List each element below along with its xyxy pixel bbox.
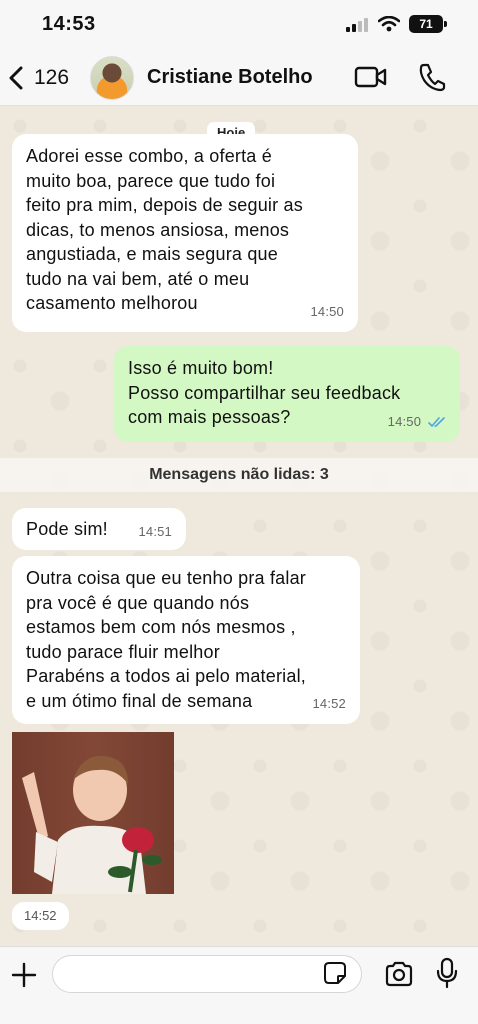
chevron-left-icon bbox=[6, 64, 26, 92]
chat-area[interactable]: Hoje Adorei esse combo, a oferta é muito… bbox=[0, 106, 478, 946]
message-bubble-incoming[interactable]: Outra coisa que eu tenho pra falar pra v… bbox=[12, 556, 360, 724]
boy-with-rose-illustration bbox=[12, 732, 174, 894]
message-time: 14:51 bbox=[138, 523, 172, 539]
message-time: 14:50 bbox=[387, 413, 422, 429]
cellular-signal-icon bbox=[346, 18, 368, 32]
unread-messages-banner: Mensagens não lidas: 3 bbox=[0, 458, 478, 492]
message-input-bar bbox=[0, 946, 478, 1024]
battery-level: 71 bbox=[419, 17, 433, 31]
message-time-with-status: 14:50 bbox=[388, 410, 446, 435]
message-text: Adorei esse combo, a oferta é muito boa,… bbox=[26, 146, 303, 313]
double-check-read-icon bbox=[428, 416, 445, 427]
message-field[interactable] bbox=[52, 955, 362, 993]
sticker-time: 14:52 bbox=[12, 902, 69, 930]
message-text: Outra coisa que eu tenho pra falar pra v… bbox=[26, 568, 306, 711]
video-call-icon[interactable] bbox=[354, 64, 388, 90]
phone-call-icon[interactable] bbox=[418, 62, 446, 92]
back-button[interactable]: 126 bbox=[6, 60, 69, 96]
status-bar: 14:53 71 bbox=[0, 0, 478, 50]
camera-icon[interactable] bbox=[384, 961, 414, 987]
sticker-icon[interactable] bbox=[320, 953, 350, 995]
message-bubble-incoming[interactable]: Pode sim! 14:51 bbox=[12, 508, 186, 550]
message-input[interactable] bbox=[67, 956, 317, 992]
battery-icon: 71 bbox=[409, 15, 447, 33]
message-time: 14:50 bbox=[310, 303, 344, 319]
sticker-image[interactable] bbox=[12, 732, 174, 894]
microphone-icon[interactable] bbox=[436, 957, 458, 989]
status-time: 14:53 bbox=[42, 13, 96, 35]
plus-icon[interactable] bbox=[10, 961, 38, 989]
chat-header: 126 Cristiane Botelho bbox=[0, 50, 478, 106]
message-bubble-incoming[interactable]: Adorei esse combo, a oferta é muito boa,… bbox=[12, 134, 358, 332]
message-time: 14:52 bbox=[312, 695, 346, 711]
wifi-icon bbox=[378, 16, 400, 32]
contact-name[interactable]: Cristiane Botelho bbox=[147, 66, 313, 89]
message-bubble-outgoing[interactable]: Isso é muito bom! Posso compartilhar seu… bbox=[114, 346, 460, 442]
unread-chats-count: 126 bbox=[34, 66, 70, 89]
contact-avatar[interactable] bbox=[90, 56, 134, 100]
